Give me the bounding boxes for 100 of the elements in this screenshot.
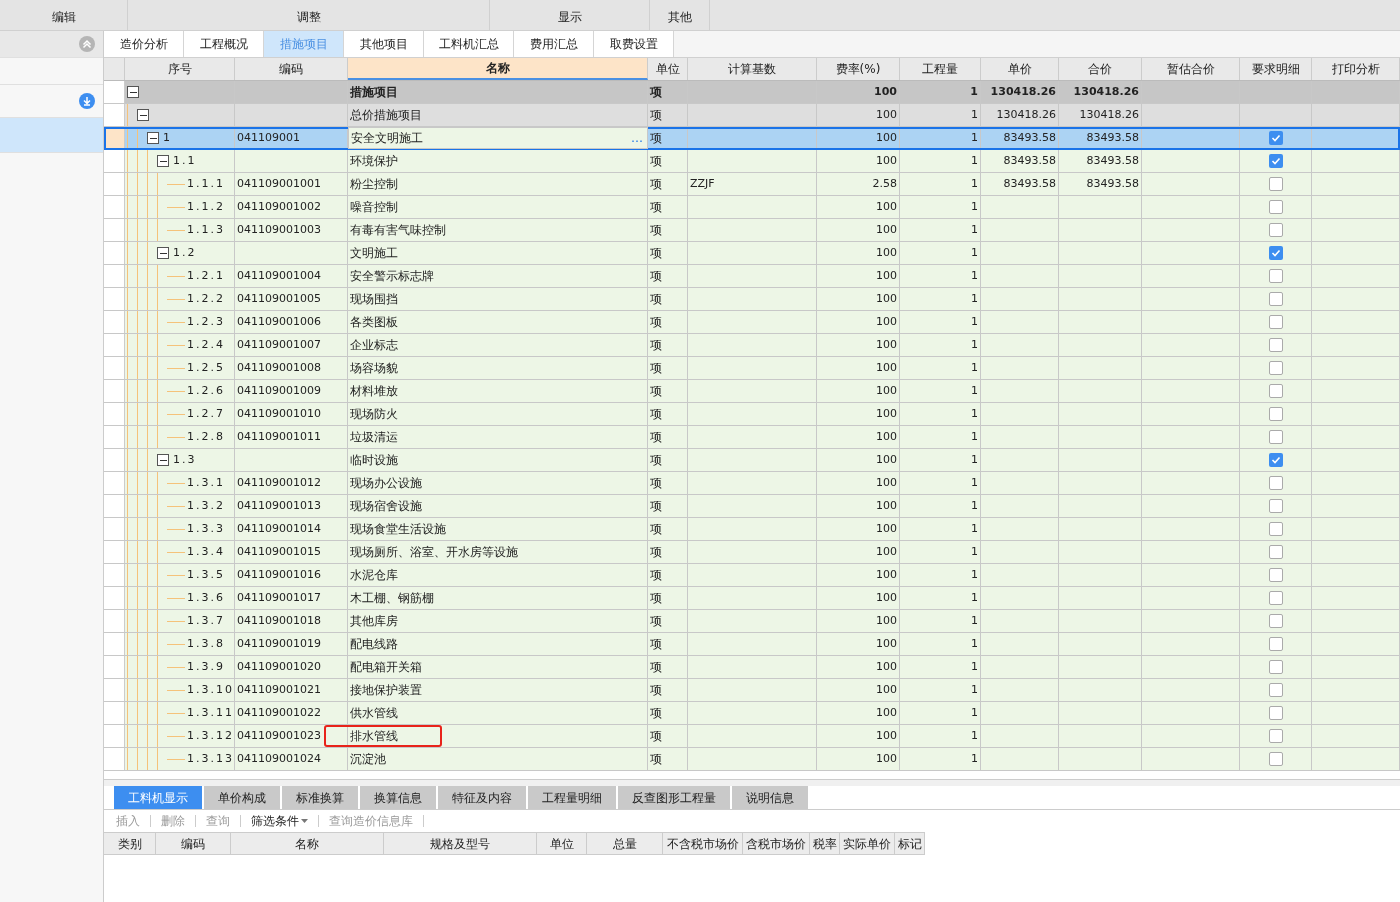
row-header[interactable] — [104, 610, 125, 632]
row-header[interactable] — [104, 150, 125, 172]
row-header[interactable] — [104, 472, 125, 494]
checkbox[interactable] — [1268, 499, 1283, 513]
checkbox[interactable] — [1268, 752, 1283, 766]
tab[interactable]: 说明信息 — [732, 786, 808, 809]
table-row[interactable]: 1.3.4 041109001015 现场厕所、浴室、开水房等设施 项 100 1 — [104, 541, 1400, 564]
table-row[interactable]: 1.2.2 041109001005 现场围挡 项 100 1 — [104, 288, 1400, 311]
column-header[interactable]: 打印分析 — [1312, 58, 1400, 80]
column-header[interactable]: 不含税市场价 — [663, 833, 743, 854]
checkbox[interactable] — [1268, 292, 1283, 306]
tab[interactable]: 标准换算 — [282, 786, 358, 809]
checkbox[interactable] — [1268, 522, 1283, 536]
checkbox[interactable] — [1268, 637, 1283, 651]
menu-group-title[interactable]: 编辑 — [0, 0, 128, 30]
name-field[interactable]: 安全文明施工 … — [348, 127, 648, 149]
table-row[interactable]: 1.3.13 041109001024 沉淀池 项 100 1 — [104, 748, 1400, 771]
table-row[interactable]: 1.2.7 041109001010 现场防火 项 100 1 — [104, 403, 1400, 426]
checkbox[interactable] — [1268, 407, 1283, 421]
checkbox[interactable] — [1268, 315, 1283, 329]
row-header[interactable] — [104, 196, 125, 218]
collapse-toggle[interactable] — [137, 109, 149, 121]
row-header[interactable] — [104, 656, 125, 678]
column-header[interactable]: 类别 — [104, 833, 156, 854]
row-header[interactable] — [104, 587, 125, 609]
table-row[interactable]: 1.2.3 041109001006 各类图板 项 100 1 — [104, 311, 1400, 334]
row-header[interactable] — [104, 334, 125, 356]
row-header[interactable] — [104, 403, 125, 425]
collapse-toggle[interactable] — [157, 454, 169, 466]
checkbox[interactable] — [1268, 729, 1283, 743]
row-header[interactable] — [104, 748, 125, 770]
table-row[interactable]: 1.1.3 041109001003 有毒有害气味控制 项 100 1 — [104, 219, 1400, 242]
table-row[interactable]: 1.1.1 041109001001 粉尘控制 项 ZZJF 2.58 1 83493.58 83493.58 — [104, 173, 1400, 196]
column-header[interactable]: 编码 — [156, 833, 231, 854]
tab[interactable]: 特征及内容 — [438, 786, 526, 809]
tab[interactable]: 工程概况 — [184, 31, 264, 57]
checkbox[interactable] — [1268, 568, 1283, 582]
row-header[interactable] — [104, 104, 125, 126]
column-header[interactable]: 序号 — [125, 58, 235, 80]
checkbox[interactable] — [1268, 223, 1283, 237]
row-header[interactable] — [104, 219, 125, 241]
table-row[interactable]: 1.1.2 041109001002 噪音控制 项 100 1 — [104, 196, 1400, 219]
column-header[interactable]: 合价 — [1059, 58, 1142, 80]
row-header[interactable] — [104, 679, 125, 701]
more-button[interactable]: … — [631, 129, 645, 147]
column-header[interactable]: 工程量 — [900, 58, 981, 80]
column-header[interactable]: 计算基数 — [688, 58, 817, 80]
checkbox[interactable] — [1268, 706, 1283, 720]
column-header[interactable]: 要求明细 — [1240, 58, 1312, 80]
checkbox[interactable] — [1268, 154, 1283, 168]
table-row[interactable]: 1.3.10 041109001021 接地保护装置 项 100 1 — [104, 679, 1400, 702]
table-row[interactable]: 1.3 临时设施 项 100 1 — [104, 449, 1400, 472]
menu-group-title[interactable]: 调整 — [128, 0, 490, 30]
collapse-toggle[interactable] — [147, 132, 159, 144]
row-header[interactable] — [104, 242, 125, 264]
tab[interactable]: 工程量明细 — [528, 786, 616, 809]
row-header[interactable] — [104, 311, 125, 333]
table-row[interactable]: 1 041109001 安全文明施工 … 项 100 1 83493.58 83493.58 — [104, 127, 1400, 150]
table-row[interactable]: 1.3.3 041109001014 现场食堂生活设施 项 100 1 — [104, 518, 1400, 541]
column-header[interactable]: 总量 — [587, 833, 663, 854]
checkbox[interactable] — [1268, 430, 1283, 444]
menu-group-title[interactable]: 其他 — [650, 0, 710, 30]
table-row[interactable]: 1.3.11 041109001022 供水管线 项 100 1 — [104, 702, 1400, 725]
checkbox[interactable] — [1268, 177, 1283, 191]
checkbox[interactable] — [1268, 200, 1283, 214]
checkbox[interactable] — [1268, 269, 1283, 283]
row-header[interactable] — [104, 127, 125, 149]
row-header[interactable] — [104, 357, 125, 379]
tab[interactable]: 取费设置 — [594, 31, 674, 57]
row-header[interactable] — [104, 633, 125, 655]
column-header[interactable]: 单位 — [537, 833, 587, 854]
checkbox[interactable] — [1268, 246, 1283, 260]
table-row[interactable]: 1.2.6 041109001009 材料堆放 项 100 1 — [104, 380, 1400, 403]
checkbox[interactable] — [1268, 338, 1283, 352]
sidebar-item[interactable] — [0, 31, 103, 58]
tab[interactable]: 工料机汇总 — [424, 31, 514, 57]
table-row[interactable]: 1.3.12 041109001023 排水管线 项 100 1 — [104, 725, 1400, 748]
row-header[interactable] — [104, 725, 125, 747]
column-header[interactable]: 规格及型号 — [384, 833, 537, 854]
tab[interactable]: 造价分析 — [104, 31, 184, 57]
tab[interactable]: 费用汇总 — [514, 31, 594, 57]
checkbox[interactable] — [1268, 683, 1283, 697]
checkbox[interactable] — [1268, 361, 1283, 375]
row-header[interactable] — [104, 265, 125, 287]
table-row[interactable]: 总价措施项目 项 100 1 130418.26 130418.26 — [104, 104, 1400, 127]
table-row[interactable]: 1.3.1 041109001012 现场办公设施 项 100 1 — [104, 472, 1400, 495]
column-header[interactable]: 实际单价 — [840, 833, 895, 854]
row-header[interactable] — [104, 518, 125, 540]
row-header[interactable] — [104, 541, 125, 563]
table-row[interactable]: 1.3.7 041109001018 其他库房 项 100 1 — [104, 610, 1400, 633]
table-row[interactable]: 1.1 环境保护 项 100 1 83493.58 83493.58 — [104, 150, 1400, 173]
row-header[interactable] — [104, 495, 125, 517]
checkbox[interactable] — [1268, 453, 1283, 467]
column-header[interactable]: 含税市场价 — [743, 833, 810, 854]
table-row[interactable]: 1.3.8 041109001019 配电线路 项 100 1 — [104, 633, 1400, 656]
table-row[interactable]: 1.2.1 041109001004 安全警示标志牌 项 100 1 — [104, 265, 1400, 288]
download-icon[interactable] — [79, 93, 95, 109]
row-header[interactable] — [104, 426, 125, 448]
row-header[interactable] — [104, 288, 125, 310]
table-row[interactable]: 1.3.2 041109001013 现场宿舍设施 项 100 1 — [104, 495, 1400, 518]
